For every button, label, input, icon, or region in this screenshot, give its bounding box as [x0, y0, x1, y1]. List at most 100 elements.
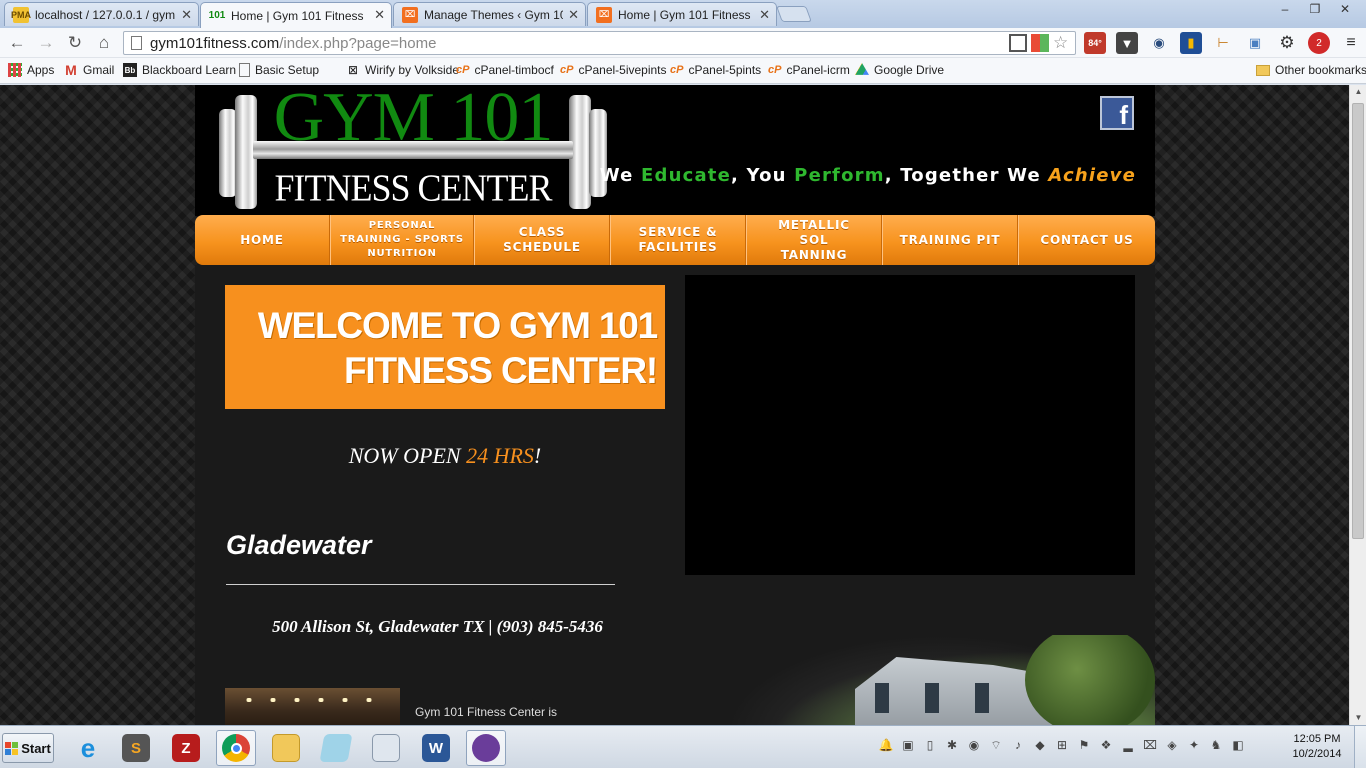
bookmark-apps[interactable]: Apps	[8, 63, 54, 77]
taskbar-notes[interactable]	[316, 730, 356, 766]
tab-gym101-home[interactable]: 101 Home | Gym 101 Fitness ✕	[200, 2, 392, 28]
blackboard-icon: Bb	[123, 63, 137, 77]
bookmark-cpanel-timbocf[interactable]: cP cPanel-timbocf	[456, 63, 554, 77]
flag-icon[interactable]: ⚑	[1076, 736, 1092, 754]
wifi-icon[interactable]: ⌔	[988, 736, 1004, 754]
nav-personal-training[interactable]: PERSONAL TRAINING - SPORTS NUTRITION	[330, 215, 474, 265]
bookmark-cpanel-icrm[interactable]: cP cPanel-icrm	[768, 63, 850, 77]
maximize-button[interactable]: ❐	[1300, 0, 1330, 18]
show-desktop-button[interactable]	[1354, 726, 1366, 768]
nav-home[interactable]: HOME	[195, 215, 330, 265]
system-tray: 🔔 ▣ ▯ ✱ ◉ ⌔ ♪ ◆ ⊞ ⚑ ❖ ▂ ⌧ ◈ ✦ ♞ ◧	[878, 736, 1246, 754]
layout-extension-icon[interactable]	[1009, 34, 1027, 52]
minimize-button[interactable]: –	[1270, 0, 1300, 18]
taskbar-chrome[interactable]	[216, 730, 256, 766]
nav-class-schedule[interactable]: CLASS SCHEDULE	[474, 215, 610, 265]
weather-icon[interactable]: 84°	[1084, 32, 1106, 54]
menu-icon[interactable]: ≡	[1340, 32, 1362, 54]
taskbar-calculator[interactable]	[366, 730, 406, 766]
bug-icon[interactable]: ✱	[944, 736, 960, 754]
bookmark-cpanel-5pints[interactable]: cP cPanel-5pints	[670, 63, 761, 77]
bookmark-blackboard[interactable]: Bb Blackboard Learn	[123, 63, 236, 77]
calculator-icon	[372, 734, 400, 762]
close-window-button[interactable]: ✕	[1330, 0, 1360, 18]
system-clock[interactable]: 12:05 PM 10/2/2014	[1288, 732, 1346, 762]
bookmark-star-icon[interactable]: ☆	[1053, 34, 1071, 52]
close-tab-icon[interactable]: ✕	[568, 7, 579, 23]
close-tab-icon[interactable]: ✕	[181, 7, 192, 23]
gym-logo[interactable]: GYM 101 FITNESS CENTER	[213, 85, 608, 213]
address-bar[interactable]: gym101fitness.com/index.php?page=home ☆	[123, 31, 1076, 55]
acrobat-icon[interactable]: ◧	[1230, 736, 1246, 754]
tagline-educate: Educate	[641, 165, 732, 186]
scroll-down-icon[interactable]: ▼	[1350, 711, 1366, 725]
dropbox-sync-icon[interactable]: ❖	[1098, 736, 1114, 754]
usb-icon[interactable]: ▯	[922, 736, 938, 754]
page-icon	[131, 36, 142, 50]
other-bookmarks[interactable]: Other bookmarks	[1256, 63, 1366, 77]
camera-icon[interactable]: ◉	[1148, 32, 1170, 54]
nav-service-facilities[interactable]: SERVICE & FACILITIES	[610, 215, 746, 265]
window-controls: – ❐ ✕	[1270, 0, 1360, 18]
dropbox-icon[interactable]: ◆	[1032, 736, 1048, 754]
taskbar-app[interactable]	[466, 730, 506, 766]
taskbar-ie[interactable]: e	[68, 730, 108, 766]
nav-contact-us[interactable]: CONTACT US	[1018, 215, 1155, 265]
tab-phpmyadmin[interactable]: PMA localhost / 127.0.0.1 / gym | ✕	[4, 2, 199, 26]
close-tab-icon[interactable]: ✕	[374, 7, 385, 23]
windows-taskbar: Start e S Z W 🔔 ▣ ▯ ✱ ◉ ⌔ ♪ ◆ ⊞ ⚑ ❖ ▂ ⌧ …	[0, 725, 1366, 768]
open-text: NOW OPEN	[348, 443, 467, 468]
taskbar-sublime[interactable]: S	[116, 730, 156, 766]
pocket-icon[interactable]: ▼	[1116, 32, 1138, 54]
volume-icon[interactable]: ♪	[1010, 736, 1026, 754]
xampp-tray-icon[interactable]: ⌧	[1142, 736, 1158, 754]
bookmark-basic-setup[interactable]: Basic Setup	[239, 63, 319, 77]
video-player[interactable]	[685, 275, 1135, 575]
xampp-icon: ⌧	[402, 6, 418, 23]
nav-training-pit[interactable]: TRAINING PIT	[882, 215, 1018, 265]
analytics-icon[interactable]: ▮	[1180, 32, 1202, 54]
gmail-icon: M	[65, 62, 77, 78]
tray-app-icon[interactable]: ◈	[1164, 736, 1180, 754]
network-monitor-icon[interactable]: ▣	[900, 736, 916, 754]
internet-explorer-icon: e	[80, 732, 96, 763]
home-icon[interactable]: ⌂	[93, 32, 115, 54]
nav-metallic-sol-tanning[interactable]: METALLIC SOL TANNING	[746, 215, 882, 265]
tray-app-icon[interactable]: ♞	[1208, 736, 1224, 754]
close-tab-icon[interactable]: ✕	[759, 7, 770, 23]
new-tab-button[interactable]	[776, 6, 812, 22]
adblock-icon[interactable]: 2	[1308, 32, 1330, 54]
reload-icon[interactable]: ↻	[64, 32, 86, 54]
back-arrow-icon[interactable]: ←	[6, 32, 28, 54]
ruler-icon[interactable]: ⊢	[1212, 32, 1234, 54]
bookmark-gmail[interactable]: M Gmail	[64, 62, 114, 78]
bookmark-google-drive[interactable]: Google Drive	[855, 63, 944, 77]
tab-gym101-home-2[interactable]: ⌧ Home | Gym 101 Fitness ✕	[587, 2, 777, 26]
forward-arrow-icon[interactable]: →	[35, 32, 57, 54]
clock-time: 12:05 PM	[1293, 733, 1341, 745]
window-resizer-icon[interactable]: ▣	[1244, 32, 1266, 54]
facebook-icon[interactable]: f	[1100, 96, 1134, 130]
chrome-tray-icon[interactable]: ◉	[966, 736, 982, 754]
notification-icon[interactable]: 🔔	[878, 736, 894, 754]
signal-icon[interactable]: ▂	[1120, 736, 1136, 754]
start-label: Start	[21, 740, 51, 756]
taskbar-filezilla[interactable]: Z	[166, 730, 206, 766]
gear-icon[interactable]: ⚙	[1276, 32, 1298, 54]
taskbar-word[interactable]: W	[416, 730, 456, 766]
tab-manage-themes[interactable]: ⌧ Manage Themes ‹ Gym 101 F ✕	[393, 2, 586, 26]
color-extension-icon[interactable]	[1031, 34, 1049, 52]
tray-app-icon[interactable]: ✦	[1186, 736, 1202, 754]
main-content: WELCOME TO GYM 101 FITNESS CENTER! NOW O…	[195, 265, 1155, 725]
bookmark-wirify[interactable]: ⊠ Wirify by Volkside	[346, 63, 459, 77]
windows-tray-icon[interactable]: ⊞	[1054, 736, 1070, 754]
page-scrollbar[interactable]: ▲ ▼	[1349, 85, 1366, 725]
scroll-up-icon[interactable]: ▲	[1350, 85, 1366, 99]
phpmyadmin-icon: PMA	[11, 6, 31, 23]
scrollbar-thumb[interactable]	[1352, 103, 1364, 539]
start-button[interactable]: Start	[2, 733, 54, 763]
bookmark-cpanel-5ivepints[interactable]: cP cPanel-5ivepints	[560, 63, 667, 77]
taskbar-explorer[interactable]	[266, 730, 306, 766]
intro-text: Gym 101 Fitness Center is	[415, 705, 558, 719]
bookmark-label: cPanel-timbocf	[474, 63, 554, 77]
